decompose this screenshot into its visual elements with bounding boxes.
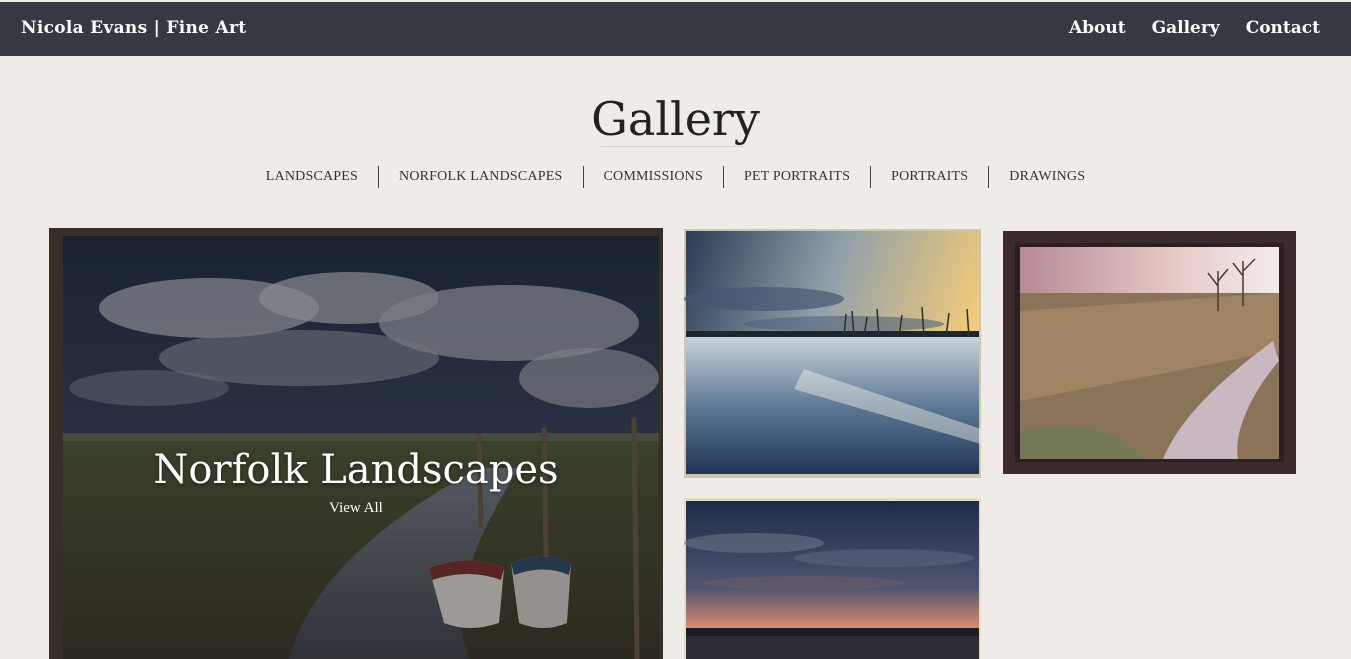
nav-gallery-link[interactable]: Gallery [1152,18,1220,38]
category-norfolk-landscapes[interactable]: NORFOLK LANDSCAPES [379,169,582,185]
category-landscapes[interactable]: LANDSCAPES [246,169,378,185]
nav-contact-link[interactable]: Contact [1246,18,1320,38]
gallery-thumbnail-3[interactable] [684,498,981,659]
category-filter-bar: LANDSCAPES NORFOLK LANDSCAPES COMMISSION… [0,166,1351,188]
page-title: Gallery [591,92,760,146]
category-commissions[interactable]: COMMISSIONS [584,169,723,185]
gallery-thumbnail-1[interactable] [684,229,981,478]
featured-category-title: Norfolk Landscapes [153,447,559,493]
featured-image-overlay [49,228,663,659]
category-pet-portraits[interactable]: PET PORTRAITS [724,169,870,185]
title-underline [601,146,745,147]
featured-category-tile[interactable]: Norfolk Landscapes View All [49,228,663,659]
framed-path-sunset-painting [1003,231,1296,474]
dusk-sky-painting [684,498,981,659]
lake-sunset-painting [684,229,981,478]
top-navigation-bar: Nicola Evans | Fine Art About Gallery Co… [0,2,1351,56]
nav-about-link[interactable]: About [1069,18,1126,38]
category-drawings[interactable]: DRAWINGS [989,169,1105,185]
site-brand-link[interactable]: Nicola Evans | Fine Art [21,18,246,38]
view-all-link[interactable]: View All [49,500,663,517]
gallery-thumbnail-2[interactable] [1003,231,1296,474]
main-nav: About Gallery Contact [1069,18,1320,38]
category-portraits[interactable]: PORTRAITS [871,169,988,185]
